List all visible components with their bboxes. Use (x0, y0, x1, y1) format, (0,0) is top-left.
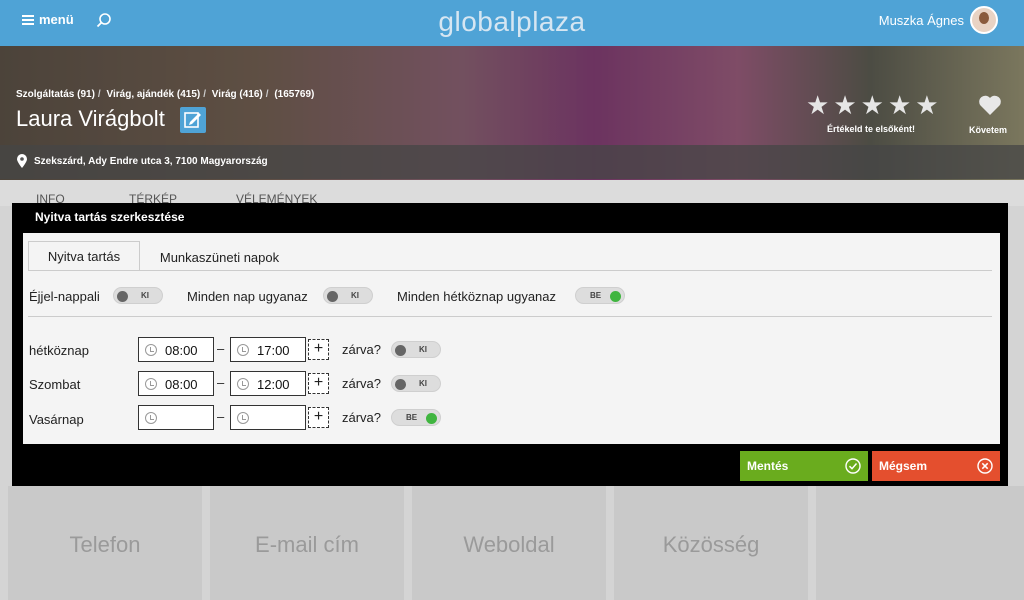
toggle-knob (395, 379, 406, 390)
option-label: Éjjel-nappali (29, 289, 100, 304)
time-value: 08:00 (165, 377, 198, 392)
day-label: Vasárnap (29, 412, 84, 427)
time-value: 17:00 (257, 343, 290, 358)
time-value: 08:00 (165, 343, 198, 358)
toggle-state: BE (406, 413, 418, 422)
clock-icon (145, 378, 157, 390)
follow-label[interactable]: Követem (969, 125, 1007, 135)
range-dash: – (217, 375, 225, 390)
contact-label: Weboldal (463, 532, 555, 557)
toggle-state: BE (590, 291, 602, 300)
add-interval-button[interactable]: + (308, 373, 329, 394)
tab-divider (28, 270, 992, 271)
section-divider (28, 316, 992, 317)
contact-label: Közösség (662, 532, 760, 557)
breadcrumb-item[interactable]: Virág (416) (212, 89, 263, 100)
breadcrumb-separator: / (203, 89, 207, 100)
toggle-state: KI (351, 291, 359, 300)
star-icon[interactable]: ★ (806, 92, 829, 118)
star-icon[interactable]: ★ (888, 92, 911, 118)
avatar[interactable] (970, 6, 998, 34)
address: Szekszárd, Ady Endre utca 3, 7100 Magyar… (34, 156, 268, 167)
time-to-input[interactable]: 17:00 (230, 337, 306, 362)
time-to-input[interactable] (230, 405, 306, 430)
rating-stars[interactable]: ★ ★ ★ ★ ★ (806, 92, 939, 118)
toggle-knob (610, 291, 621, 302)
user-name[interactable]: Muszka Ágnes (879, 13, 964, 28)
brand-logo[interactable]: globalplaza (0, 6, 1024, 38)
range-dash: – (217, 341, 225, 356)
location-pin-icon (17, 154, 27, 168)
toggle-knob (395, 345, 406, 356)
cancel-label: Mégsem (879, 459, 928, 473)
toggle-knob (327, 291, 338, 302)
toggle-state: KI (419, 345, 427, 354)
tab-opening-hours[interactable]: Nyitva tartás (28, 241, 140, 270)
cancel-button[interactable]: Mégsem (872, 451, 1000, 481)
range-dash: – (217, 409, 225, 424)
closed-label: zárva? (342, 342, 382, 357)
toggle-every-day-same[interactable]: KI (323, 287, 373, 304)
toggle-weekdays-same[interactable]: BE (575, 287, 625, 304)
time-from-input[interactable]: 08:00 (138, 337, 214, 362)
closed-label: zárva? (342, 376, 382, 391)
time-from-input[interactable]: 08:00 (138, 371, 214, 396)
breadcrumb-item[interactable]: Szolgáltatás (91) (16, 89, 95, 100)
breadcrumb-separator: / (265, 89, 269, 100)
add-interval-button[interactable]: + (308, 407, 329, 428)
star-icon[interactable]: ★ (861, 92, 884, 118)
clock-icon (237, 344, 249, 356)
day-label: Szombat (29, 377, 81, 392)
add-interval-button[interactable]: + (308, 339, 329, 360)
breadcrumb: Szolgáltatás (91) / Virág, ajándék (415) /… (16, 89, 314, 100)
modal-title: Nyitva tartás szerkesztése (35, 210, 185, 224)
toggle-nonstop[interactable]: KI (113, 287, 163, 304)
closed-label: zárva? (342, 410, 382, 425)
clock-icon (237, 412, 249, 424)
tab-holidays[interactable]: Munkaszüneti napok (147, 243, 292, 272)
toggle-closed[interactable]: BE (391, 409, 441, 426)
save-button[interactable]: Mentés (740, 451, 868, 481)
toggle-state: KI (419, 379, 427, 388)
star-icon[interactable]: ★ (833, 92, 856, 118)
toggle-knob (117, 291, 128, 302)
breadcrumb-item: (165769) (274, 89, 315, 100)
toggle-state: KI (141, 291, 149, 300)
day-label: hétköznap (29, 343, 89, 358)
edit-icon[interactable] (180, 107, 206, 133)
star-icon[interactable]: ★ (915, 92, 938, 118)
breadcrumb-separator: / (97, 89, 101, 100)
toggle-closed[interactable]: KI (391, 375, 441, 392)
save-label: Mentés (747, 459, 789, 473)
rating-prompt: Értékeld te elsőként! (827, 124, 916, 134)
option-label: Minden hétköznap ugyanaz (397, 289, 557, 304)
clock-icon (145, 412, 157, 424)
toggle-knob (426, 413, 437, 424)
time-value: 12:00 (257, 377, 290, 392)
breadcrumb-item[interactable]: Virág, ajándék (415) (106, 89, 200, 100)
clock-icon (237, 378, 249, 390)
time-from-input[interactable] (138, 405, 214, 430)
contact-label: Telefon (69, 532, 141, 557)
clock-icon (145, 344, 157, 356)
option-label: Minden nap ugyanaz (187, 289, 308, 304)
check-circle-icon (845, 458, 861, 474)
contact-tile-empty (816, 486, 1024, 600)
contact-label: E-mail cím (255, 532, 359, 557)
toggle-closed[interactable]: KI (391, 341, 441, 358)
close-circle-icon (977, 458, 993, 474)
heart-icon[interactable] (978, 94, 1002, 116)
page-title: Laura Virágbolt (16, 106, 165, 131)
time-to-input[interactable]: 12:00 (230, 371, 306, 396)
